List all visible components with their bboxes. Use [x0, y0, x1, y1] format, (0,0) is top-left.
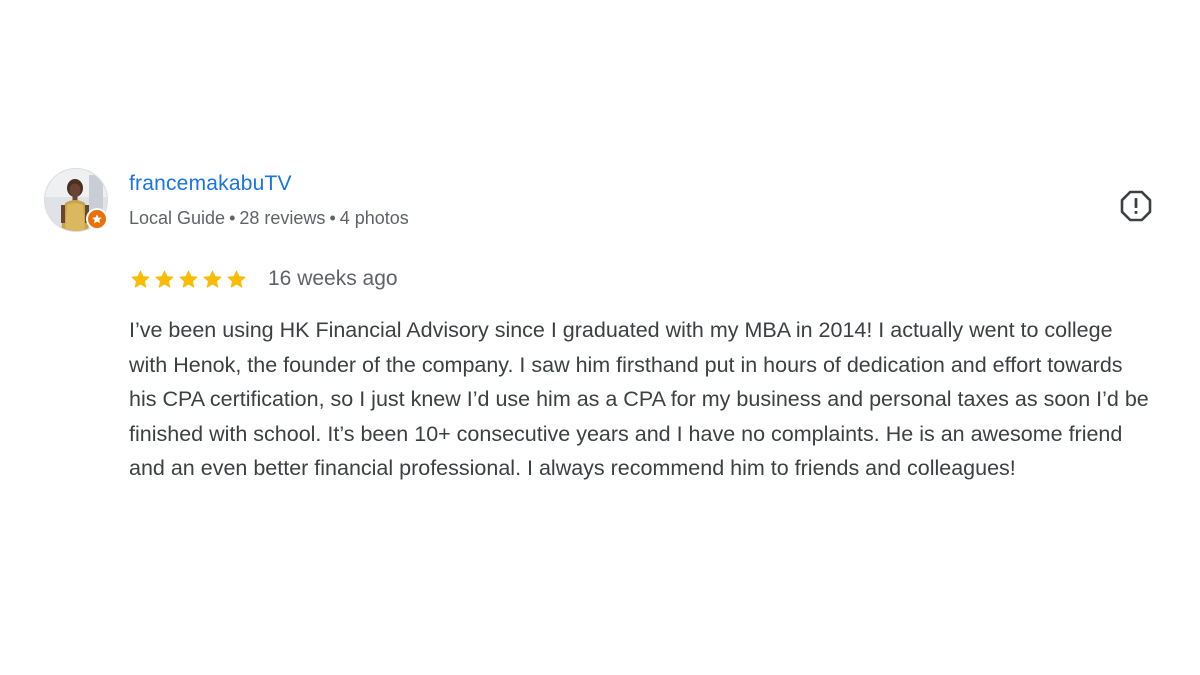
rating-row: 16 weeks ago [129, 264, 398, 294]
star-rating [129, 268, 248, 291]
report-exclamation-icon [1120, 190, 1152, 222]
photos-count: 4 photos [339, 208, 409, 228]
review-time: 16 weeks ago [268, 267, 398, 290]
star-icon [131, 269, 150, 288]
meta-separator: • [329, 208, 336, 228]
review-header: francemakabuTV Local Guide • 28 reviews • 4 … [44, 168, 1154, 238]
local-guide-label: Local Guide [129, 208, 226, 228]
avatar-container[interactable] [44, 168, 108, 232]
star-icon [155, 269, 174, 288]
star-icon [203, 269, 222, 288]
report-button[interactable] [1118, 188, 1154, 224]
reviews-count: 28 reviews [239, 208, 326, 228]
star-icon [227, 269, 246, 288]
author-meta: Local Guide • 28 reviews • 4 photos [129, 208, 409, 229]
star-icon [179, 269, 198, 288]
review-text: I’ve been using HK Financial Advisory si… [129, 318, 1149, 481]
local-guide-star-icon [86, 208, 108, 230]
review-card: francemakabuTV Local Guide • 28 reviews • 4 … [44, 168, 1154, 480]
author-name[interactable]: francemakabuTV [129, 172, 292, 196]
meta-separator: • [229, 208, 236, 228]
